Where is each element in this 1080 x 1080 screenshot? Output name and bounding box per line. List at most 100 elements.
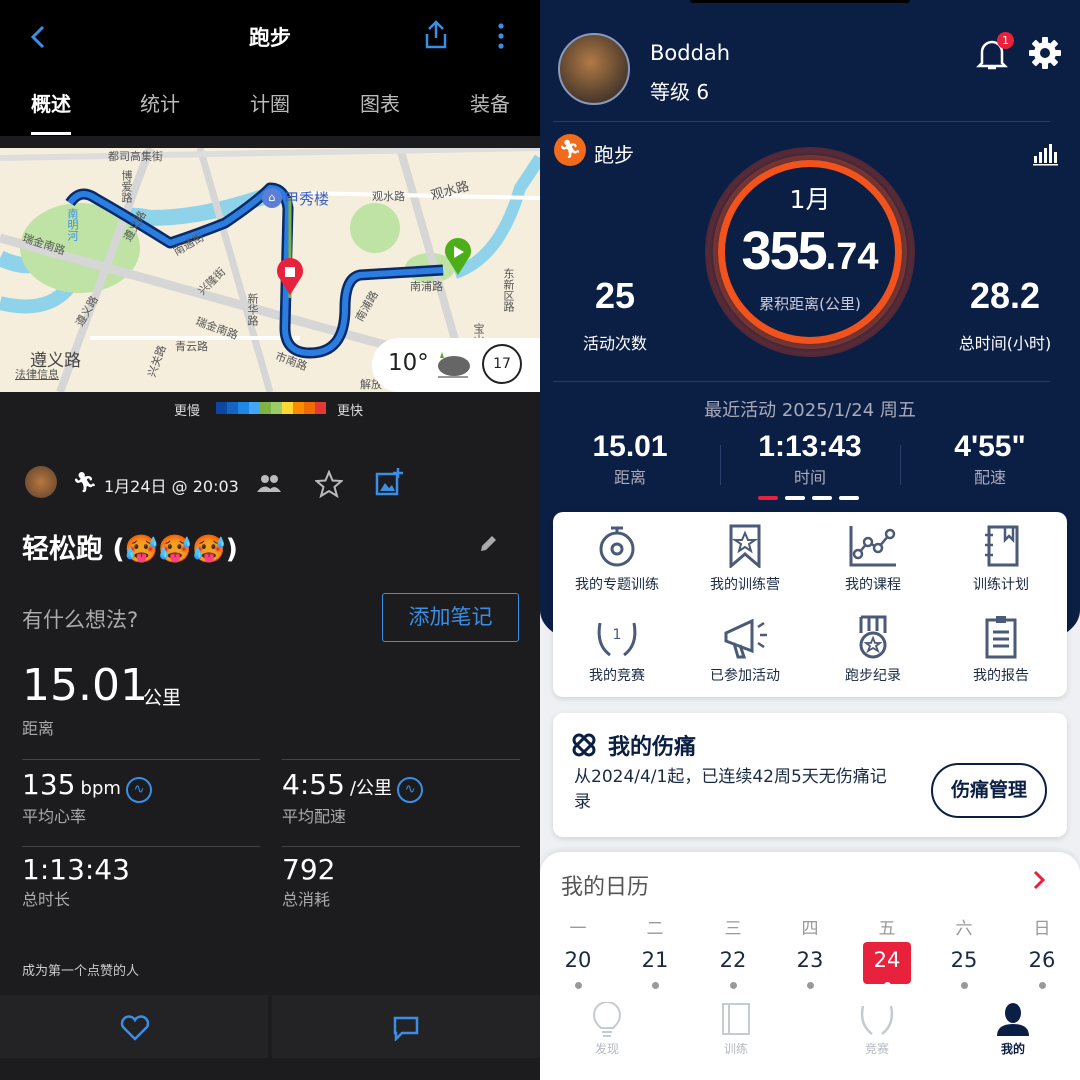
comment-button[interactable] (272, 995, 540, 1058)
tab-laps[interactable]: 计圈 (225, 88, 315, 117)
lightbulb-icon (592, 1002, 622, 1037)
tab-overview[interactable]: 概述 (6, 88, 96, 117)
people-icon[interactable] (256, 473, 282, 493)
calendar-day[interactable]: 五 24 (862, 914, 912, 989)
grid-label: 我的专题训练 (575, 577, 659, 593)
stat-label: 平均配速 (282, 806, 347, 826)
star-icon[interactable] (315, 470, 343, 498)
grid-item-report[interactable]: 我的报告 (937, 615, 1065, 685)
avatar[interactable] (558, 33, 630, 105)
wind-indicator: 17 (482, 344, 522, 384)
start-marker-icon (445, 238, 471, 275)
pace-legend-bar (216, 402, 326, 414)
map-label: 南浦路 (410, 280, 443, 293)
grid-item-camp[interactable]: 我的训练营 (681, 524, 809, 594)
share-icon[interactable] (423, 20, 449, 50)
stat-value: 1:13:43 (22, 853, 130, 886)
grid-item-events[interactable]: 已参加活动 (681, 615, 809, 685)
temperature: 10° (388, 350, 429, 376)
day-number: 25 (950, 948, 978, 972)
note-prompt[interactable]: 有什么想法? (22, 604, 138, 634)
divider (22, 846, 260, 847)
tab-stats[interactable]: 统计 (115, 88, 205, 117)
grid-item-records[interactable]: 跑步纪录 (809, 615, 937, 685)
stop-marker-icon (277, 258, 303, 295)
active-tab-indicator (31, 132, 71, 135)
grid-item-races[interactable]: 1 我的竞赛 (553, 615, 681, 685)
nav-discover[interactable]: 发现 (567, 1002, 647, 1057)
medal-icon (859, 615, 887, 659)
weekday-label: 三 (724, 919, 742, 939)
day-number: 22 (719, 948, 747, 972)
calendar-day[interactable]: 六 25 (939, 914, 989, 989)
bandage-icon (572, 733, 596, 757)
distance-value: 15.01 (22, 660, 148, 711)
ring-label: 累积距离(公里) (759, 295, 861, 313)
like-button[interactable] (0, 995, 268, 1058)
edit-pencil-icon[interactable] (478, 534, 498, 554)
grid-item-topic-training[interactable]: 我的专题训练 (553, 524, 681, 594)
laurel-icon: 1 (597, 622, 637, 657)
avg-pace: 4:55 /公里 ∿ 平均配速 (282, 768, 424, 827)
notch (690, 0, 910, 3)
nav-training[interactable]: 训练 (696, 1002, 776, 1057)
gear-icon[interactable] (1028, 36, 1062, 70)
page-dot[interactable] (839, 496, 859, 500)
avatar[interactable] (25, 466, 57, 498)
activity-dot (883, 982, 891, 989)
total-time: 1:13:43 总时长 (22, 853, 130, 910)
activity-datetime: 1月24日 @ 20:03 (104, 477, 239, 496)
calendar-day[interactable]: 四 23 (785, 914, 835, 989)
grid-label: 我的报告 (973, 668, 1029, 684)
map-label: 新华路 (246, 293, 259, 326)
comment-icon (393, 1016, 419, 1041)
feature-grid: 我的专题训练 我的训练营 我的课程 训练计划 1 我的竞赛 已参加活动 跑步纪录… (553, 512, 1067, 697)
nav-mine[interactable]: 我的 (973, 1002, 1053, 1057)
grid-label: 我的竞赛 (589, 668, 645, 684)
map-label: 观水路 (372, 190, 405, 203)
nav-label: 发现 (594, 1042, 619, 1056)
chevron-right-icon[interactable] (1032, 870, 1046, 890)
tab-gear[interactable]: 装备 (445, 88, 535, 117)
page-dot[interactable] (785, 496, 805, 500)
activity-dot (574, 982, 582, 989)
legend-swatch (227, 402, 238, 414)
page-indicator (758, 496, 859, 500)
bookmark-star-icon (729, 524, 761, 568)
calendar-day[interactable]: 二 21 (630, 914, 680, 989)
grid-item-plan[interactable]: 训练计划 (937, 524, 1065, 594)
page-dot[interactable] (812, 496, 832, 500)
legend-swatch (282, 402, 293, 414)
add-note-button[interactable]: 添加笔记 (382, 593, 519, 642)
nav-races[interactable]: 竞赛 (837, 1002, 917, 1057)
recent-activity-title[interactable]: 最近活动 2025/1/24 周五 (540, 396, 1080, 422)
add-photo-icon[interactable] (375, 467, 405, 497)
bar-chart-icon[interactable] (1033, 142, 1059, 166)
recent-label: 时间 (793, 468, 826, 487)
map-label: 南明河 (66, 208, 79, 241)
recent-value: 4'55" (954, 430, 1026, 463)
divider (553, 121, 1050, 122)
nav-label: 训练 (723, 1042, 748, 1056)
calendar-day[interactable]: 一 20 (553, 914, 603, 989)
injury-management-button[interactable]: 伤痛管理 (931, 763, 1047, 818)
heart-rate-chart-icon[interactable]: ∿ (126, 776, 153, 803)
calendar-day[interactable]: 三 22 (708, 914, 758, 989)
activity-dot (729, 982, 737, 989)
map-label: 东新区路 (502, 268, 515, 312)
grid-item-courses[interactable]: 我的课程 (809, 524, 937, 594)
page-dot-active[interactable] (758, 496, 778, 500)
map-label: 青云路 (175, 340, 208, 353)
route-map[interactable]: 都司高集街 博爱路 瑞金南路 南明河 遵义路 ⌂ 甲秀楼 观水路 观水路 南浦路… (0, 148, 540, 392)
tab-charts[interactable]: 图表 (335, 88, 425, 117)
calendar-day[interactable]: 日 26 (1017, 914, 1067, 989)
more-vertical-icon[interactable] (496, 22, 506, 50)
activity-dot (960, 982, 968, 989)
pace-chart-icon[interactable]: ∿ (397, 776, 424, 803)
legend-swatch (271, 402, 282, 414)
day-number: 26 (1028, 948, 1056, 972)
laurel-icon (860, 1005, 894, 1035)
legal-info-link[interactable]: 法律信息 (15, 366, 59, 382)
sport-label[interactable]: 跑步 (594, 139, 634, 168)
running-icon: 🏃︎ (554, 134, 586, 166)
